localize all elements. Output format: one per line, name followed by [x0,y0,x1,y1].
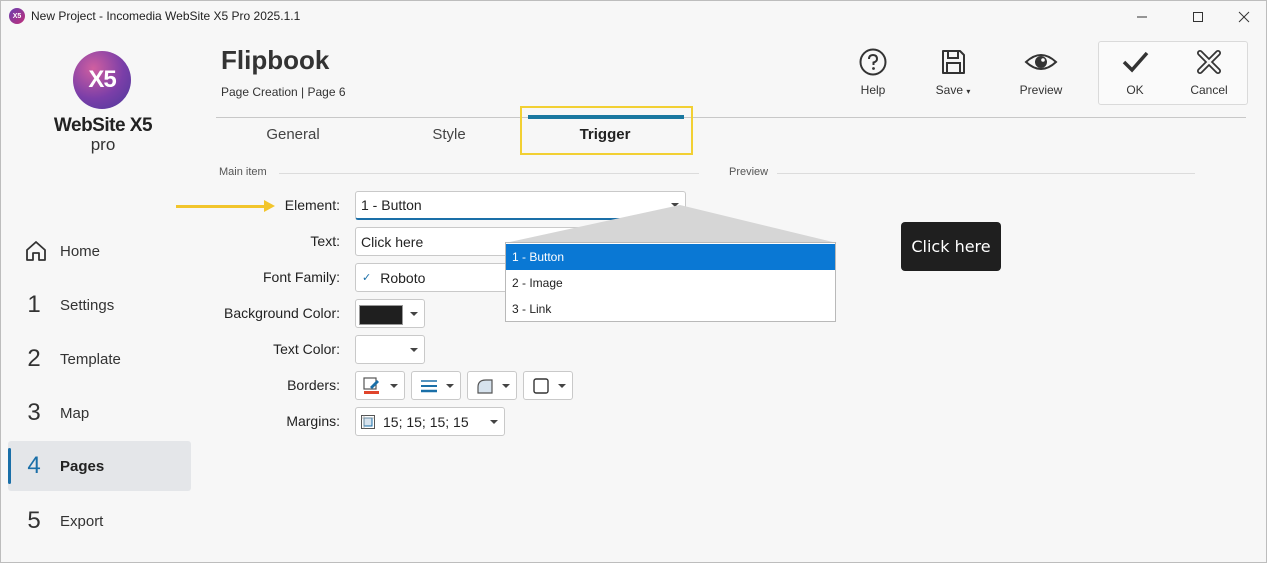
border-shadow-button[interactable] [523,371,573,400]
step-number: 5 [27,507,41,534]
color-swatch [359,341,403,361]
chevron-down-icon [410,347,418,352]
border-lines-icon [421,380,437,393]
checkmark-icon [1122,51,1149,73]
chevron-down-icon [502,383,510,388]
text-label: Text: [310,233,340,249]
sidebar-item-label: Export [60,512,104,530]
save-icon [942,50,965,74]
chevron-down-icon [558,383,566,388]
margins-icon [361,414,375,429]
home-icon [24,239,46,263]
sidebar-item-template[interactable]: 2 Template [8,334,191,384]
font-family-label: Font Family: [262,269,340,285]
border-radius-button[interactable] [467,371,517,400]
sidebar-item-label: Pages [60,457,105,475]
app-window: X5 New Project - Incomedia WebSite X5 Pr… [0,0,1267,563]
sidebar-item-label: Settings [60,296,115,314]
margins-label: Margins: [286,413,340,429]
tab-general[interactable]: General [213,119,373,151]
section-divider [777,173,1195,174]
sidebar-item-settings[interactable]: 1 Settings [8,280,191,330]
title-bar: X5 New Project - Incomedia WebSite X5 Pr… [1,1,1266,32]
step-number: 1 [27,291,41,318]
close-button[interactable] [1221,1,1267,32]
logo-name: WebSite X5 [53,115,153,136]
sidebar-item-label: Template [60,350,121,368]
chevron-down-icon [446,383,454,388]
square-outline-icon [533,378,549,394]
margins-value: 15; 15; 15; 15 [383,413,469,430]
chevron-down-icon [410,311,418,316]
maximize-button[interactable] [1175,1,1221,32]
main-item-section-label: Main item [219,166,267,178]
app-icon: X5 [9,8,25,24]
step-number: 3 [27,399,41,426]
close-icon [1238,11,1250,22]
preview-label: Preview [1019,83,1063,97]
annotation-arrow-head [264,200,275,212]
annotation-arrow [176,205,266,208]
chevron-down-icon [490,419,498,424]
tab-highlight-annotation [520,106,693,155]
dropdown-option-link[interactable]: 3 - Link [506,296,835,322]
logo-mark: X5 [73,51,131,109]
logo-edition: pro [90,135,116,154]
cancel-x-icon [1197,50,1221,74]
website-x5-logo: X5 WebSite X5 pro [53,51,153,161]
minimize-icon [1137,16,1147,17]
header-divider [216,117,1246,118]
preview-button[interactable]: Preview [1009,47,1073,107]
text-input-value: Click here [361,233,424,250]
section-divider [279,173,699,174]
help-label: Help [860,83,886,97]
sidebar-item-map[interactable]: 3 Map [8,388,191,438]
cancel-button[interactable]: Cancel [1177,47,1241,107]
sidebar-item-export[interactable]: 5 Export [8,496,191,546]
eye-icon [1024,54,1058,70]
text-color-label: Text Color: [273,341,340,357]
page-title: Flipbook [221,45,330,75]
element-label: Element: [284,197,340,213]
preview-sample-button: Click here [901,222,1001,271]
border-color-icon [363,377,379,394]
borders-label: Borders: [287,377,340,393]
border-style-button[interactable] [411,371,461,400]
cancel-label: Cancel [1190,83,1228,97]
sidebar-item-label: Map [60,404,90,422]
step-number: 2 [27,345,41,372]
dropdown-option-image[interactable]: 2 - Image [506,270,835,296]
sidebar-item-label: Home [60,242,101,260]
maximize-icon [1193,11,1203,22]
element-dropdown-list: 1 - Button 2 - Image 3 - Link [505,242,836,322]
save-label: Save ▾ [935,83,971,97]
check-icon: ✓ [362,272,372,284]
element-value: 1 - Button [361,197,422,213]
dropdown-callout [505,205,837,243]
step-number: 4 [27,452,41,479]
breadcrumb: Page Creation | Page 6 [221,85,346,99]
minimize-button[interactable] [1119,1,1165,32]
help-button[interactable]: Help [841,47,905,107]
color-swatch [359,305,403,325]
border-color-button[interactable] [355,371,405,400]
tab-style[interactable]: Style [369,119,529,151]
sidebar-item-home[interactable]: Home [8,226,191,276]
save-button[interactable]: Save ▾ [921,47,985,107]
preview-section-label: Preview [729,166,769,178]
corner-radius-icon [477,379,493,394]
dropdown-option-button[interactable]: 1 - Button [506,244,835,270]
background-color-picker[interactable] [355,299,425,328]
margins-select[interactable]: 15; 15; 15; 15 [355,407,505,436]
window-title: New Project - Incomedia WebSite X5 Pro 2… [31,9,301,23]
sidebar-item-pages[interactable]: 4 Pages [8,441,191,491]
chevron-down-icon [390,383,398,388]
font-family-value: Roboto [380,269,426,286]
ok-button[interactable]: OK [1103,47,1167,107]
ok-label: OK [1126,83,1144,97]
text-color-picker[interactable] [355,335,425,364]
help-icon [859,48,887,76]
background-color-label: Background Color: [224,305,340,321]
